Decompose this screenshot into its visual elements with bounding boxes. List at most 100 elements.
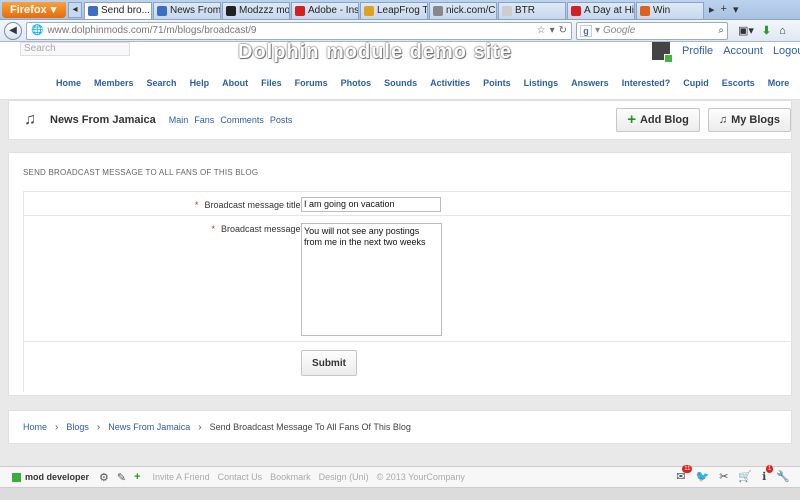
design-link[interactable]: Design (Uni): [319, 472, 369, 482]
site-identity-icon: 🌐: [31, 25, 44, 36]
nav-item-answers[interactable]: Answers: [571, 78, 609, 94]
url-dropdown-icon[interactable]: ▾: [550, 25, 555, 36]
nav-item-search[interactable]: Search: [147, 78, 177, 94]
blog-link-main[interactable]: Main: [169, 115, 189, 125]
tab-favicon-icon: [226, 5, 236, 16]
tab-list: Send bro...✕ News From ... Modzzz mo... Ado…: [84, 1, 705, 19]
blog-link-posts[interactable]: Posts: [270, 115, 293, 125]
status-bar: [0, 488, 800, 500]
browser-tab[interactable]: News From ...: [153, 1, 221, 19]
nav-item-forums[interactable]: Forums: [295, 78, 328, 94]
google-search-engine-icon[interactable]: g: [580, 24, 592, 37]
user-status[interactable]: mod developer: [12, 472, 89, 482]
nav-item-cupid[interactable]: Cupid: [683, 78, 709, 94]
web-search-placeholder: Google: [603, 25, 636, 36]
download-arrow-icon[interactable]: ⬇: [762, 24, 771, 37]
url-bar[interactable]: 🌐 www.dolphinmods.com/71/m/blogs/broadca…: [26, 21, 572, 40]
bookmark-link[interactable]: Bookmark: [270, 472, 311, 482]
nav-item-photos[interactable]: Photos: [341, 78, 372, 94]
browser-tab[interactable]: Send bro...✕: [84, 1, 152, 19]
add-icon[interactable]: +: [134, 471, 140, 483]
nav-item-listings[interactable]: Listings: [524, 78, 559, 94]
bookmarks-menu-icon[interactable]: ▣▾: [738, 24, 754, 37]
blog-name: News From Jamaica: [50, 114, 156, 126]
tab-favicon-icon: [364, 5, 374, 16]
add-blog-button[interactable]: + Add Blog: [616, 108, 700, 132]
breadcrumb-home[interactable]: Home: [23, 422, 47, 432]
settings-gear-icon[interactable]: ⚙: [99, 471, 109, 484]
nav-item-home[interactable]: Home: [56, 78, 81, 94]
nav-item-files[interactable]: Files: [261, 78, 282, 94]
logout-link[interactable]: Logou: [773, 45, 800, 57]
title-row: * Broadcast message title: I am going on …: [23, 192, 793, 216]
message-textarea[interactable]: You will not see any postings from me in…: [301, 223, 442, 336]
browser-tab[interactable]: BTR: [498, 1, 566, 19]
tab-scroll-left-button[interactable]: ◂: [68, 1, 82, 18]
home-icon[interactable]: ⌂: [779, 25, 786, 37]
search-icon[interactable]: ⌕: [718, 25, 724, 36]
message-title-input[interactable]: I am going on vacation: [301, 197, 441, 212]
tab-label: Modzzz mo...: [239, 5, 290, 16]
broadcast-form: * Broadcast message title: I am going on …: [23, 191, 793, 392]
nav-item-members[interactable]: Members: [94, 78, 134, 94]
blog-link-comments[interactable]: Comments: [220, 115, 264, 125]
nav-item-about[interactable]: About: [222, 78, 248, 94]
firefox-menu-label: Firefox: [10, 3, 47, 16]
nav-item-help[interactable]: Help: [190, 78, 210, 94]
avatar[interactable]: [652, 42, 673, 63]
nav-item-escorts[interactable]: Escorts: [722, 78, 755, 94]
nav-item-sounds[interactable]: Sounds: [384, 78, 417, 94]
tools-icon[interactable]: ✂: [719, 470, 728, 483]
tab-list-chevron-icon[interactable]: ▾: [733, 3, 739, 16]
web-search-box[interactable]: g ▾ Google ⌕: [576, 21, 728, 40]
browser-tab[interactable]: A Day at Hi...: [567, 1, 635, 19]
online-status-icon: [12, 472, 21, 482]
mail-icon[interactable]: ✉ 11: [676, 465, 693, 483]
message-label: Broadcast message:: [220, 224, 303, 234]
blog-link-fans[interactable]: Fans: [194, 115, 214, 125]
submit-button[interactable]: Submit: [301, 350, 357, 376]
footer-toolbar: mod developer ⚙ ✎ + Invite A Friend Cont…: [0, 465, 800, 488]
firefox-menu-button[interactable]: Firefox ▾: [2, 1, 66, 18]
tab-label: nick.com/C...: [446, 5, 496, 16]
chevron-down-icon: ▾: [50, 4, 57, 16]
footer-links: Invite A Friend Contact Us Bookmark Desi…: [153, 472, 465, 482]
nav-item-more[interactable]: More: [768, 78, 790, 94]
nav-item-activities[interactable]: Activities: [430, 78, 470, 94]
navigation-toolbar: ◀ 🌐 www.dolphinmods.com/71/m/blogs/broad…: [0, 20, 800, 42]
profile-link[interactable]: Profile: [682, 45, 713, 57]
breadcrumb-blog[interactable]: News From Jamaica: [108, 422, 190, 432]
site-search-input[interactable]: Search: [20, 42, 130, 56]
browser-tab[interactable]: Adobe - Ins...: [291, 1, 359, 19]
tab-label: Send bro...: [101, 5, 150, 16]
browser-tab[interactable]: Modzzz mo...: [222, 1, 290, 19]
nav-item-interested[interactable]: Interested?: [622, 78, 671, 94]
browser-tab[interactable]: nick.com/C...: [429, 1, 497, 19]
my-blogs-button[interactable]: ♫ My Blogs: [707, 108, 791, 132]
browser-tab[interactable]: Win: [636, 1, 704, 19]
tab-favicon-icon: [157, 5, 167, 16]
account-link[interactable]: Account: [723, 45, 763, 57]
nav-item-points[interactable]: Points: [483, 78, 511, 94]
username: mod developer: [25, 472, 90, 482]
reload-icon[interactable]: ↻: [559, 25, 567, 36]
wrench-icon[interactable]: 🔧: [776, 470, 790, 483]
twitter-bird-icon[interactable]: 🐦: [695, 470, 709, 483]
tab-scroll-right-icon[interactable]: ▸: [709, 3, 715, 16]
main-navigation: Home Members Search Help About Files Forums Pho…: [0, 78, 800, 94]
info-icon[interactable]: ℹ1: [762, 465, 774, 483]
search-engine-dropdown-icon[interactable]: ▾: [595, 25, 600, 36]
tab-label: News From ...: [170, 5, 221, 16]
cart-icon[interactable]: 🛒: [738, 470, 752, 483]
contact-us-link[interactable]: Contact Us: [218, 472, 263, 482]
edit-icon[interactable]: ✎: [117, 471, 126, 484]
breadcrumb: Home › Blogs › News From Jamaica › Send …: [8, 410, 792, 444]
invite-friend-link[interactable]: Invite A Friend: [153, 472, 210, 482]
my-blogs-label: My Blogs: [731, 114, 780, 126]
breadcrumb-blogs[interactable]: Blogs: [66, 422, 89, 432]
tab-label: Adobe - Ins...: [308, 5, 359, 16]
back-button[interactable]: ◀: [4, 21, 22, 40]
bookmark-star-icon[interactable]: ☆: [537, 25, 546, 36]
browser-tab[interactable]: LeapFrog T...: [360, 1, 428, 19]
new-tab-icon[interactable]: +: [721, 3, 727, 16]
